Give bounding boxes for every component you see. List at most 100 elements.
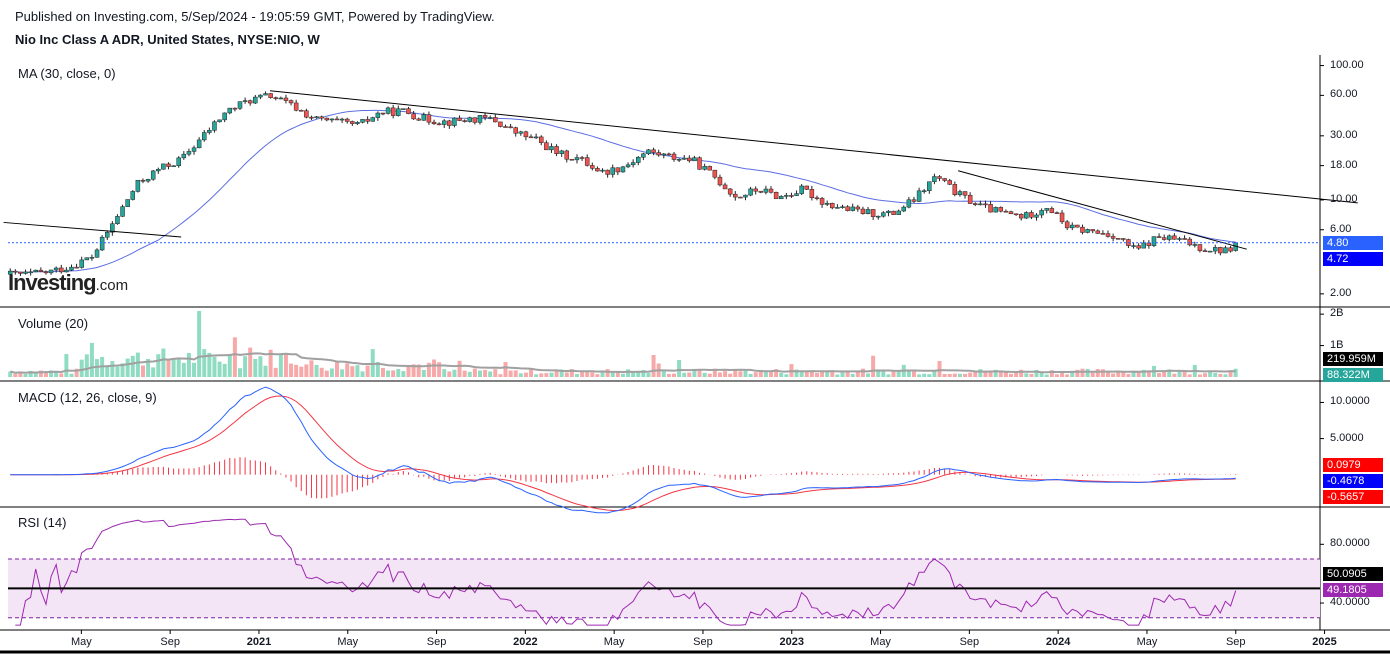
candle xyxy=(258,94,263,98)
candle xyxy=(896,210,901,215)
candle xyxy=(1013,213,1019,216)
volume-bar xyxy=(258,356,263,377)
x-tick-label: Sep xyxy=(1225,636,1246,648)
candle xyxy=(646,149,651,155)
macd-y-tick-label: 10.0000 xyxy=(1330,395,1370,408)
macd-value-badge: -0.4678 xyxy=(1323,474,1383,488)
volume-bar xyxy=(498,374,503,377)
volume-bar xyxy=(391,370,396,377)
volume-bar xyxy=(973,371,978,377)
volume-bar xyxy=(176,359,181,377)
candle xyxy=(201,132,207,141)
candle xyxy=(840,206,845,209)
volume-bar xyxy=(319,367,324,377)
ma-value-badge: 4.72 xyxy=(1323,251,1383,266)
chart-canvas[interactable] xyxy=(0,0,1390,655)
candle xyxy=(549,146,554,151)
volume-bar xyxy=(1203,373,1208,377)
volume-bar xyxy=(222,363,227,377)
candle xyxy=(967,194,973,204)
volume-panel-label: Volume (20) xyxy=(18,316,89,331)
candle xyxy=(426,114,432,123)
candle xyxy=(906,199,912,208)
candle xyxy=(875,215,881,218)
candle xyxy=(375,112,381,118)
x-tick-label: 2024 xyxy=(1045,636,1071,648)
candle xyxy=(661,153,667,156)
candle xyxy=(1207,250,1213,253)
volume-bar xyxy=(932,371,937,377)
candle xyxy=(1034,214,1039,218)
candle xyxy=(794,193,799,196)
volume-bar xyxy=(580,371,585,377)
candle xyxy=(513,127,518,134)
volume-bar xyxy=(192,362,197,377)
candle xyxy=(656,152,661,156)
candle xyxy=(1223,247,1228,254)
candle xyxy=(814,197,820,200)
candle xyxy=(916,190,922,202)
volume-bar xyxy=(1065,374,1070,377)
candle xyxy=(707,166,712,171)
volume-bar xyxy=(350,366,355,377)
volume-bar xyxy=(386,370,391,377)
candle xyxy=(324,117,330,121)
candle xyxy=(1049,208,1055,213)
volume-bar xyxy=(232,337,237,377)
candle xyxy=(554,146,559,154)
volume-bar xyxy=(115,366,120,377)
volume-bar xyxy=(13,373,18,377)
x-tick-label: 2022 xyxy=(513,636,538,648)
candle xyxy=(120,206,125,217)
volume-bar xyxy=(161,348,166,377)
candle xyxy=(533,136,539,139)
candle xyxy=(299,110,304,112)
volume-bar xyxy=(212,356,217,377)
candle xyxy=(564,150,570,160)
candle xyxy=(253,96,258,104)
volume-bar xyxy=(243,356,248,377)
volume-bar xyxy=(886,374,891,377)
volume-bar xyxy=(697,369,702,377)
x-tick-label: May xyxy=(870,636,891,648)
volume-bar xyxy=(743,370,748,377)
price-y-tick-label: 18.00 xyxy=(1330,158,1358,171)
price-y-tick-label: 2.00 xyxy=(1330,286,1352,299)
candle xyxy=(641,153,646,158)
x-tick-label: 2023 xyxy=(779,636,804,648)
candle xyxy=(528,136,534,139)
candle xyxy=(927,181,932,192)
volume-bar xyxy=(723,371,728,377)
candle xyxy=(937,176,942,179)
volume-bar xyxy=(335,361,340,377)
x-tick-label: May xyxy=(1136,636,1158,648)
candle xyxy=(457,117,462,121)
volume-bar xyxy=(539,373,544,377)
ma-line xyxy=(10,109,1236,273)
candle xyxy=(217,119,222,123)
candle xyxy=(784,195,789,197)
candle xyxy=(625,164,631,168)
volume-bar xyxy=(186,352,191,377)
volume-bar xyxy=(273,367,278,377)
candle xyxy=(273,97,278,99)
candle xyxy=(1136,245,1141,249)
rsi-y-tick-label: 80.0000 xyxy=(1330,537,1370,550)
volume-bar xyxy=(814,373,819,377)
volume-bar xyxy=(866,373,871,377)
candle xyxy=(1146,242,1152,246)
volume-bar xyxy=(626,369,631,377)
volume-bar xyxy=(1131,372,1136,377)
trendline xyxy=(269,90,1358,204)
candle xyxy=(835,207,840,209)
candle xyxy=(355,122,360,124)
candle xyxy=(396,108,401,116)
candle xyxy=(666,153,672,156)
candle xyxy=(365,119,370,122)
volume-bar xyxy=(135,352,140,377)
candle xyxy=(380,112,386,115)
volume-bar xyxy=(830,371,835,377)
candle xyxy=(865,209,871,214)
price-y-tick-label: 100.00 xyxy=(1330,58,1364,71)
candle xyxy=(845,206,850,211)
